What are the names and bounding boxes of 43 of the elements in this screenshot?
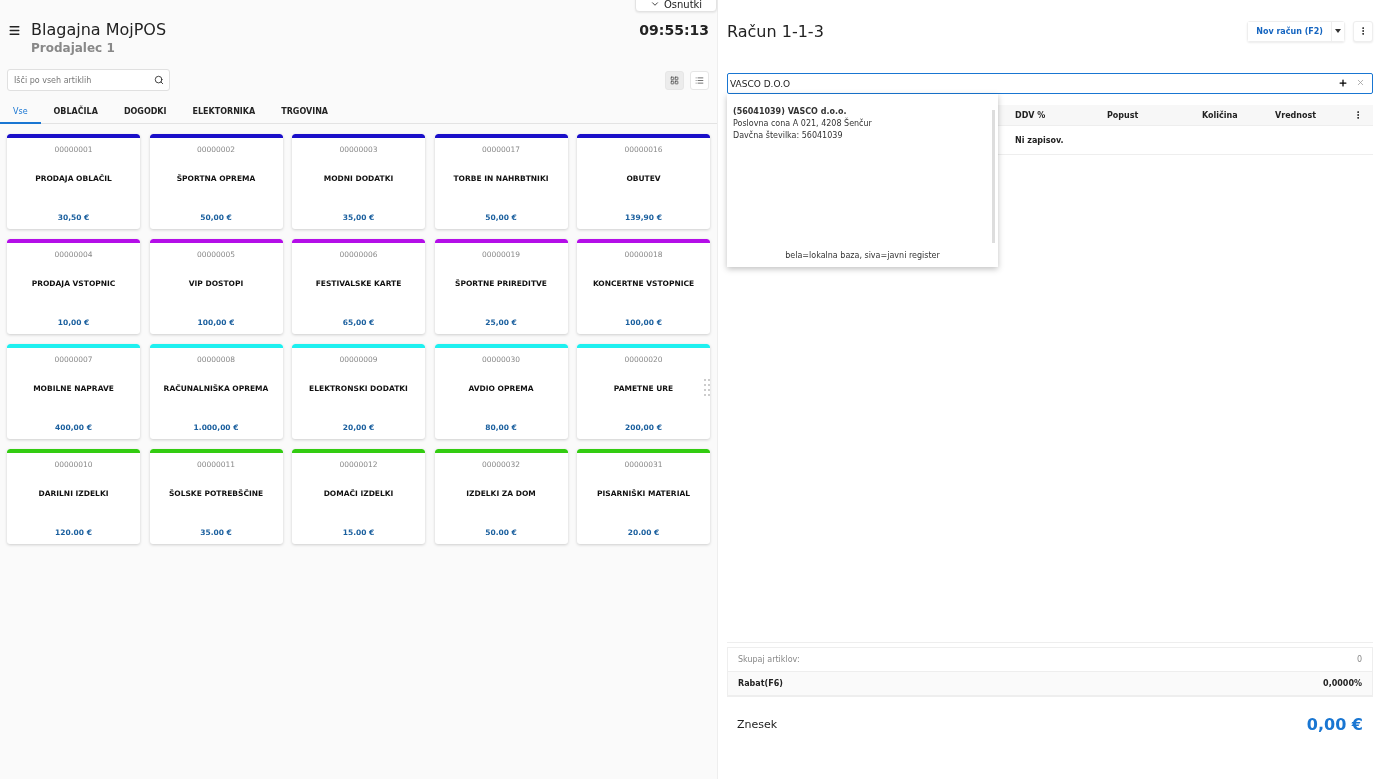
summary-value: 0 [1356, 655, 1362, 664]
invoice-title: Račun 1-1-3 [727, 21, 825, 41]
resize-handle-icon[interactable] [704, 378, 710, 398]
column-header: Količina [1201, 110, 1239, 120]
list-icon [695, 75, 704, 85]
summary-value: 0,0000% [1323, 679, 1362, 688]
list-view-button[interactable] [690, 70, 709, 90]
column-header: Popust [1106, 110, 1140, 120]
summary-label: Rabat(F6) [738, 679, 783, 688]
column-header: DDV % [1014, 110, 1047, 120]
plus-icon [1338, 78, 1348, 88]
category-tab[interactable]: ELEKTORNIKA [179, 101, 269, 124]
customer-field[interactable]: VASCO D.O.O [727, 73, 1373, 94]
suggestion-legend: bela=lokalna baza, siva=javni register [727, 251, 998, 260]
category-tab[interactable]: DOGODKI [110, 101, 180, 124]
category-tab[interactable]: OBLAČILA [40, 101, 111, 124]
menu-icon [8, 24, 21, 37]
caret-icon [1335, 29, 1341, 33]
suggestion-line[interactable]: (56041039) VASCO d.o.o. [733, 106, 992, 118]
suggestion-line[interactable]: Davčna številka: 56041039 [733, 130, 992, 142]
scrollbar[interactable] [992, 110, 995, 243]
total-amount: 0,00 € [1306, 714, 1363, 734]
search-field[interactable]: Išči po vseh artiklih [7, 69, 170, 91]
empty-message: Ni zapisov. [1015, 135, 1065, 145]
suggestion-line[interactable]: Poslovna cona A 021, 4208 Šenčur [733, 118, 992, 130]
drafts-button[interactable]: Osnutki [635, 0, 717, 12]
total-label: Znesek [737, 717, 778, 731]
grid-icon [670, 75, 679, 85]
grid-view-button[interactable] [665, 70, 684, 90]
menu-button[interactable] [8, 24, 21, 37]
more-button[interactable] [1353, 20, 1373, 42]
close-icon [1356, 78, 1365, 87]
seller-name: Prodajalec 1 [31, 41, 116, 55]
column-header: Vrednost [1274, 110, 1318, 120]
chevron-icon [649, 0, 660, 9]
new-invoice-button[interactable]: Nov račun (F2) [1248, 21, 1331, 41]
clock: 09:55:13 [639, 22, 709, 38]
dropdown-button[interactable] [1331, 21, 1344, 41]
app-title: Blagajna MojPOS [31, 20, 168, 39]
category-tab[interactable]: Vse [0, 101, 41, 124]
summary-label: Skupaj artiklov: [738, 655, 800, 664]
search-icon [154, 75, 164, 85]
category-tab[interactable]: TRGOVINA [268, 101, 342, 124]
